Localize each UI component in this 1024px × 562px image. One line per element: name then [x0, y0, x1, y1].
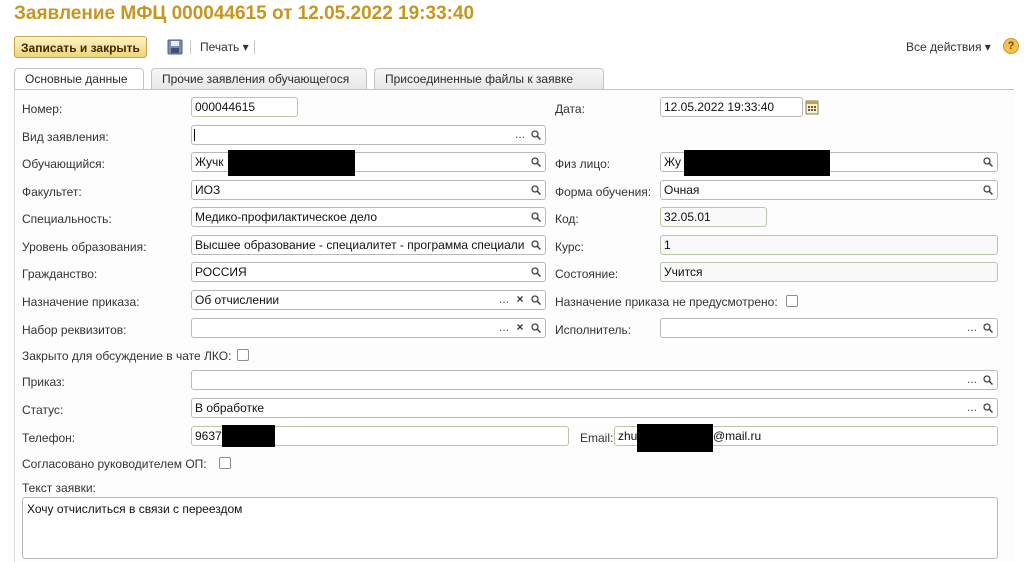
tab-other-requests[interactable]: Прочие заявления обучающегося — [151, 68, 367, 89]
study-form-value: Очная — [664, 183, 700, 197]
text-cursor — [194, 129, 195, 141]
status-field[interactable]: В обработке ... — [191, 398, 998, 418]
person-value: Жу — [664, 155, 681, 169]
edu-level-label: Уровень образования: — [22, 240, 147, 254]
number-field[interactable]: 000044615 — [191, 97, 298, 117]
student-label: Обучающийся: — [22, 157, 105, 171]
status-label: Статус: — [22, 403, 64, 417]
faculty-field[interactable]: ИОЗ — [191, 180, 546, 200]
number-label: Номер: — [22, 102, 63, 116]
date-field[interactable]: 12.05.2022 19:33:40 — [660, 97, 803, 117]
search-icon[interactable] — [980, 319, 996, 337]
choice-button[interactable]: ... — [964, 371, 980, 389]
code-label: Код: — [555, 212, 579, 226]
edu-level-value: Высшее образование - специалитет - прогр… — [195, 238, 525, 252]
closed-chat-label: Закрыто для обсуждение в чате ЛКО: — [22, 349, 232, 363]
approved-by-head-label: Согласовано руководителем ОП: — [22, 457, 207, 471]
help-icon[interactable]: ? — [1003, 38, 1019, 54]
search-icon[interactable] — [528, 319, 544, 337]
order-label: Приказ: — [22, 375, 65, 389]
search-icon[interactable] — [528, 153, 544, 171]
edu-level-field[interactable]: Высшее образование - специалитет - прогр… — [191, 235, 546, 255]
choice-button[interactable]: ... — [964, 399, 980, 417]
choice-button[interactable]: ... — [496, 319, 512, 337]
search-icon[interactable] — [528, 236, 544, 254]
choice-button[interactable]: ... — [512, 126, 528, 144]
toolbar: Записать и закрыть Печать ▾ Все действия… — [0, 34, 1024, 60]
redaction-block — [684, 150, 830, 176]
page-title: Заявление МФЦ 000044615 от 12.05.2022 19… — [14, 3, 475, 24]
search-icon[interactable] — [980, 371, 996, 389]
request-text-area[interactable]: Хочу отчислиться в связи с переездом — [22, 497, 998, 559]
specialty-label: Специальность: — [22, 212, 112, 226]
status-value: В обработке — [195, 401, 265, 415]
study-form-label: Форма обучения: — [555, 185, 652, 199]
toolbar-separator — [190, 40, 191, 54]
save-and-close-button[interactable]: Записать и закрыть — [14, 36, 147, 58]
executor-label: Исполнитель: — [555, 323, 632, 337]
search-icon[interactable] — [528, 126, 544, 144]
tab-main-data[interactable]: Основные данные — [14, 68, 144, 90]
closed-chat-checkbox[interactable] — [237, 349, 249, 361]
print-menu[interactable]: Печать ▾ — [200, 40, 249, 54]
email-value-prefix: zhu — [618, 429, 638, 443]
request-type-label: Вид заявления: — [22, 130, 109, 144]
course-label: Курс: — [555, 240, 584, 254]
person-label: Физ лицо: — [555, 157, 611, 171]
order-not-provided-label: Назначение приказа не предусмотрено: — [555, 295, 778, 309]
choice-button[interactable]: ... — [964, 319, 980, 337]
approved-by-head-checkbox[interactable] — [219, 457, 231, 469]
redaction-block — [228, 150, 355, 176]
calendar-icon[interactable] — [805, 99, 819, 115]
citizenship-label: Гражданство: — [22, 267, 98, 281]
requisites-set-label: Набор реквизитов: — [22, 323, 127, 337]
date-label: Дата: — [555, 102, 585, 116]
faculty-value: ИОЗ — [195, 183, 221, 197]
clear-button[interactable]: × — [512, 319, 528, 337]
course-field[interactable]: 1 — [660, 235, 998, 255]
student-value: Жучк — [195, 155, 224, 169]
search-icon[interactable] — [528, 291, 544, 309]
citizenship-value: РОССИЯ — [195, 265, 247, 279]
email-label: Email: — [580, 431, 614, 445]
search-icon[interactable] — [980, 181, 996, 199]
search-icon[interactable] — [528, 181, 544, 199]
order-purpose-value: Об отчислении — [195, 293, 280, 307]
choice-button[interactable]: ... — [496, 291, 512, 309]
requisites-set-field[interactable]: ... × — [191, 318, 546, 338]
search-icon[interactable] — [980, 153, 996, 171]
email-value-suffix: @mail.ru — [713, 429, 762, 443]
tab-attached-files[interactable]: Присоединенные файлы к заявке — [374, 68, 604, 89]
order-purpose-label: Назначение приказа: — [22, 295, 140, 309]
specialty-value: Медико-профилактическое дело — [195, 210, 378, 224]
search-icon[interactable] — [528, 263, 544, 281]
order-field[interactable]: ... — [191, 370, 998, 390]
request-text-label: Текст заявки: — [22, 481, 96, 495]
phone-label: Телефон: — [22, 431, 76, 445]
request-type-field[interactable]: ... — [191, 125, 546, 145]
floppy-disk-icon[interactable] — [167, 39, 183, 55]
state-field[interactable]: Учится — [660, 262, 998, 282]
search-icon[interactable] — [528, 208, 544, 226]
order-purpose-field[interactable]: Об отчислении ... × — [191, 290, 546, 310]
clear-button[interactable]: × — [512, 291, 528, 309]
redaction-block — [637, 424, 713, 452]
state-label: Состояние: — [555, 267, 619, 281]
redaction-block — [222, 425, 275, 447]
faculty-label: Факультет: — [22, 185, 82, 199]
citizenship-field[interactable]: РОССИЯ — [191, 262, 546, 282]
executor-field[interactable]: ... — [660, 318, 998, 338]
toolbar-separator — [254, 40, 255, 54]
order-not-provided-checkbox[interactable] — [786, 295, 798, 307]
search-icon[interactable] — [980, 399, 996, 417]
study-form-field[interactable]: Очная — [660, 180, 998, 200]
specialty-field[interactable]: Медико-профилактическое дело — [191, 207, 546, 227]
code-field[interactable]: 32.05.01 — [660, 207, 767, 227]
all-actions-menu[interactable]: Все действия ▾ — [906, 40, 991, 54]
